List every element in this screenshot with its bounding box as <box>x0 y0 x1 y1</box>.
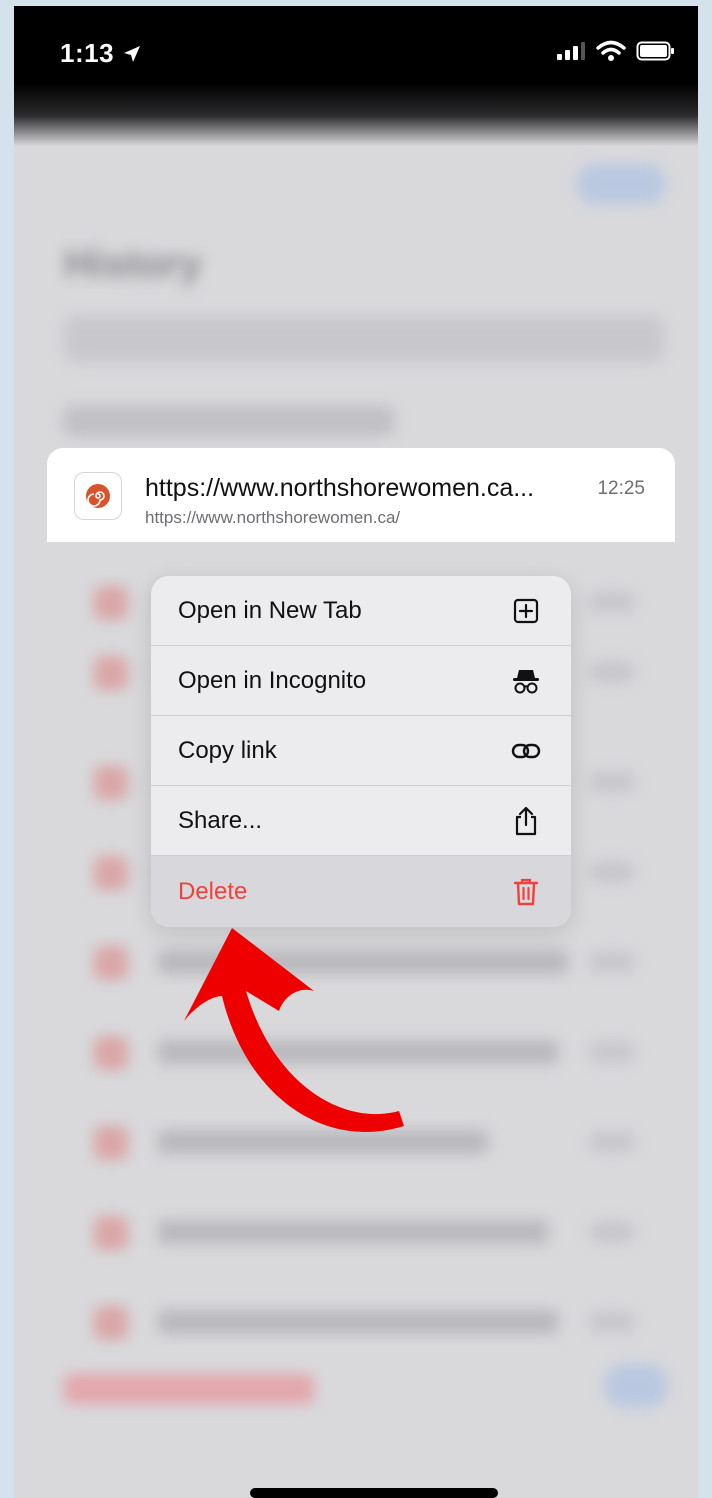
phone-screen: History 1:13 https://www.northshorewomen… <box>14 6 698 1498</box>
menu-item-label: Delete <box>178 877 248 905</box>
menu-item-label: Share... <box>178 806 263 834</box>
battery-icon <box>636 41 674 61</box>
menu-item-label: Open in Incognito <box>178 666 367 694</box>
home-indicator <box>250 1488 498 1498</box>
status-time: 1:13 <box>60 38 142 69</box>
status-bar: 1:13 <box>14 6 698 146</box>
menu-item-open-new-tab[interactable]: Open in New Tab <box>151 576 571 646</box>
done-button-blurred <box>576 164 666 204</box>
preview-url: https://www.northshorewomen.ca/ <box>145 508 401 527</box>
red-arrow-annotation <box>184 928 404 1133</box>
history-row <box>94 1302 654 1342</box>
preview-title: https://www.northshorewomen.ca... <box>145 474 535 502</box>
history-row <box>94 1212 654 1252</box>
menu-item-copy-link[interactable]: Copy link <box>151 716 571 786</box>
menu-item-open-incognito[interactable]: Open in Incognito <box>151 646 571 716</box>
wifi-icon <box>596 40 626 61</box>
context-menu: Open in New Tab Open in Incognito Copy l… <box>151 576 571 927</box>
share-icon <box>511 806 541 836</box>
clear-history-blurred <box>64 1374 314 1404</box>
menu-item-delete[interactable]: Delete <box>151 856 571 927</box>
cellular-signal-icon <box>557 42 585 60</box>
edit-button-blurred <box>604 1364 668 1408</box>
plus-square-icon <box>511 596 541 626</box>
incognito-icon <box>511 666 541 696</box>
site-favicon <box>74 472 122 520</box>
menu-item-label: Copy link <box>178 736 277 764</box>
menu-item-label: Open in New Tab <box>178 596 362 624</box>
preview-time: 12:25 <box>597 478 645 499</box>
history-title: History <box>64 242 202 286</box>
link-preview-card[interactable]: https://www.northshorewomen.ca... https:… <box>47 448 675 542</box>
menu-item-share[interactable]: Share... <box>151 786 571 856</box>
trash-icon <box>511 877 541 907</box>
link-icon <box>511 736 541 766</box>
spiral-favicon-icon <box>86 484 110 508</box>
search-bar-blurred <box>64 316 664 362</box>
section-header-blurred <box>64 406 394 436</box>
location-arrow-icon <box>123 46 140 62</box>
